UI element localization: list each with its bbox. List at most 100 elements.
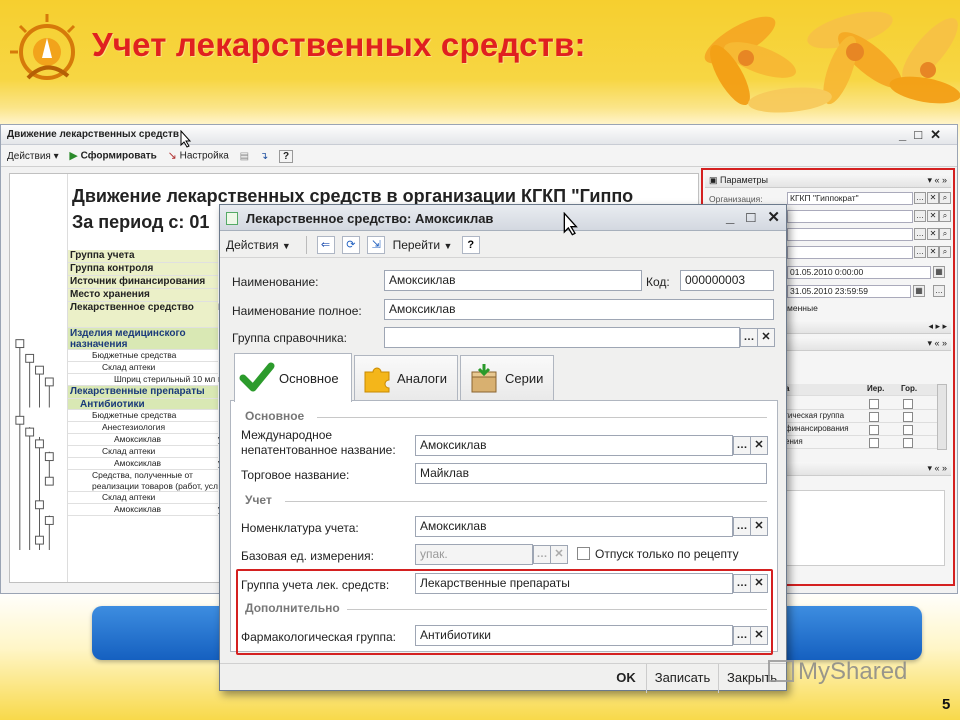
param-field-3[interactable] xyxy=(787,228,913,241)
param3-clear-button[interactable]: ✕ xyxy=(927,228,939,240)
pharm-group-input[interactable]: Антибиотики xyxy=(415,625,733,646)
report-row[interactable]: Склад аптеки xyxy=(68,362,218,374)
horiz-checkbox[interactable] xyxy=(903,438,913,448)
horiz-checkbox[interactable] xyxy=(903,425,913,435)
tab-series[interactable]: Серии xyxy=(460,355,554,401)
params-grid-row[interactable] xyxy=(785,398,937,410)
report-row[interactable]: Антибиотики xyxy=(68,399,218,410)
report-row[interactable]: Лекарственные препараты xyxy=(68,386,218,399)
report-row[interactable]: Склад аптеки xyxy=(68,446,218,458)
org-field[interactable]: КГКП "Гиппократ" xyxy=(787,192,913,205)
hier-checkbox[interactable] xyxy=(869,438,879,448)
report-row[interactable]: Место хранения xyxy=(68,289,218,302)
help-button[interactable]: ? xyxy=(461,236,480,254)
accounting-group-select-button[interactable]: … xyxy=(733,574,751,593)
help-button[interactable]: ? xyxy=(279,149,294,163)
param2-select-button[interactable]: … xyxy=(914,210,926,222)
param4-select-button[interactable]: … xyxy=(914,246,926,258)
nomenclature-clear-button[interactable]: ✕ xyxy=(750,517,768,536)
param2-clear-button[interactable]: ✕ xyxy=(927,210,939,222)
report-row[interactable]: Группа контроля xyxy=(68,263,218,276)
report-row[interactable]: Амоксиклав xyxy=(68,504,218,516)
pharm-group-select-button[interactable]: … xyxy=(733,626,751,645)
copy-icon[interactable]: ▤ xyxy=(240,151,249,162)
param4-search-icon[interactable]: ⌕ xyxy=(939,246,951,258)
actions-menu[interactable]: Действия ▾ xyxy=(7,151,59,162)
maximize-button[interactable]: □ xyxy=(746,209,755,226)
accounting-group-clear-button[interactable]: ✕ xyxy=(750,574,768,593)
report-row[interactable]: Источник финансирования xyxy=(68,276,218,289)
report-row[interactable]: Шприц стерильный 10 мл xyxy=(68,374,218,386)
settings-button[interactable]: ↘ Настройка xyxy=(168,149,229,163)
horiz-checkbox[interactable] xyxy=(903,412,913,422)
report-row[interactable]: Группа учета xyxy=(68,250,218,263)
param3-search-icon[interactable]: ⌕ xyxy=(939,228,951,240)
hier-checkbox[interactable] xyxy=(869,399,879,409)
generate-button[interactable]: ▶ Сформировать xyxy=(69,149,156,163)
param-field-4[interactable] xyxy=(787,246,913,259)
calendar-icon-2[interactable]: ▦ xyxy=(913,285,925,297)
param2-search-icon[interactable]: ⌕ xyxy=(939,210,951,222)
base-unit-input[interactable]: упак. xyxy=(415,544,533,565)
minimize-button[interactable]: _ xyxy=(726,209,734,226)
hier-checkbox[interactable] xyxy=(869,412,879,422)
inn-input[interactable]: Амоксиклав xyxy=(415,435,733,456)
close-button[interactable]: ✕ xyxy=(767,208,780,226)
tab-analogs[interactable]: Аналоги xyxy=(354,355,458,401)
report-row[interactable]: Амоксиклав xyxy=(68,434,218,446)
date-to-field[interactable]: 31.05.2010 23:59:59 xyxy=(787,285,911,298)
fullname-input[interactable]: Амоксиклав xyxy=(384,299,774,320)
tab-main[interactable]: Основное xyxy=(234,353,352,402)
rx-only-checkbox[interactable] xyxy=(577,547,590,560)
accounting-group-input[interactable]: Лекарственные препараты xyxy=(415,573,733,594)
window-controls[interactable]: _□✕ xyxy=(899,127,949,143)
date-more-button[interactable]: … xyxy=(933,285,945,297)
code-input[interactable]: 000000003 xyxy=(680,270,774,291)
hier-checkbox[interactable] xyxy=(869,425,879,435)
params-grid-row[interactable]: ения xyxy=(785,437,937,449)
group-select-button[interactable]: … xyxy=(740,328,758,347)
unit-clear-button[interactable]: ✕ xyxy=(550,545,568,564)
report-row[interactable]: Изделия медицинского назначения xyxy=(68,328,218,350)
param4-clear-button[interactable]: ✕ xyxy=(927,246,939,258)
date-from-field[interactable]: 01.05.2010 0:00:00 xyxy=(787,266,931,279)
refresh-icon[interactable]: ⟳ xyxy=(341,236,360,254)
calendar-icon[interactable]: ▦ xyxy=(933,266,945,278)
trade-name-input[interactable]: Майклав xyxy=(415,463,767,484)
nomenclature-input[interactable]: Амоксиклав xyxy=(415,516,733,537)
group-clear-button[interactable]: ✕ xyxy=(757,328,775,347)
param3-select-button[interactable]: … xyxy=(914,228,926,240)
nomenclature-select-button[interactable]: … xyxy=(733,517,751,536)
arrow-icon[interactable]: ↴ xyxy=(260,151,268,162)
params-grid-row[interactable]: финансирования xyxy=(785,424,937,436)
report-row[interactable]: Бюджетные средства xyxy=(68,350,218,362)
ok-button[interactable]: OK xyxy=(606,664,646,693)
org-search-icon[interactable]: ⌕ xyxy=(939,192,951,204)
trade-name-label: Торговое название: xyxy=(241,468,350,482)
settings-icon: ↘ xyxy=(167,150,177,162)
save-button[interactable]: Записать xyxy=(646,664,718,693)
goto-menu-button[interactable]: Перейти ▼ xyxy=(393,238,453,252)
structure-icon[interactable]: ⇲ xyxy=(367,236,386,254)
org-select-button[interactable]: … xyxy=(914,192,926,204)
horiz-checkbox[interactable] xyxy=(903,399,913,409)
inn-select-button[interactable]: … xyxy=(733,436,751,455)
pharm-group-clear-button[interactable]: ✕ xyxy=(750,626,768,645)
report-row[interactable]: Амоксиклав xyxy=(68,458,218,470)
param-field-2[interactable] xyxy=(787,210,913,223)
report-row[interactable]: Склад аптеки xyxy=(68,492,218,504)
report-row[interactable]: Лекарственное средство xyxy=(68,302,218,328)
actions-menu-button[interactable]: Действия ▼ xyxy=(226,238,291,252)
params-scrollbar[interactable] xyxy=(937,384,947,450)
group-input[interactable] xyxy=(384,327,740,348)
report-row[interactable]: Анестезиология xyxy=(68,422,218,434)
name-input[interactable]: Амоксиклав xyxy=(384,270,642,291)
org-clear-button[interactable]: ✕ xyxy=(927,192,939,204)
params-grid-row[interactable]: гическая группа xyxy=(785,411,937,423)
inn-clear-button[interactable]: ✕ xyxy=(750,436,768,455)
report-row[interactable]: Бюджетные средства xyxy=(68,410,218,422)
report-row[interactable]: Средства, полученные от реализации товар… xyxy=(68,470,218,492)
puzzle-icon xyxy=(364,367,390,393)
unit-select-button[interactable]: … xyxy=(533,545,551,564)
back-arrow-icon[interactable]: ⇐ xyxy=(316,236,335,254)
